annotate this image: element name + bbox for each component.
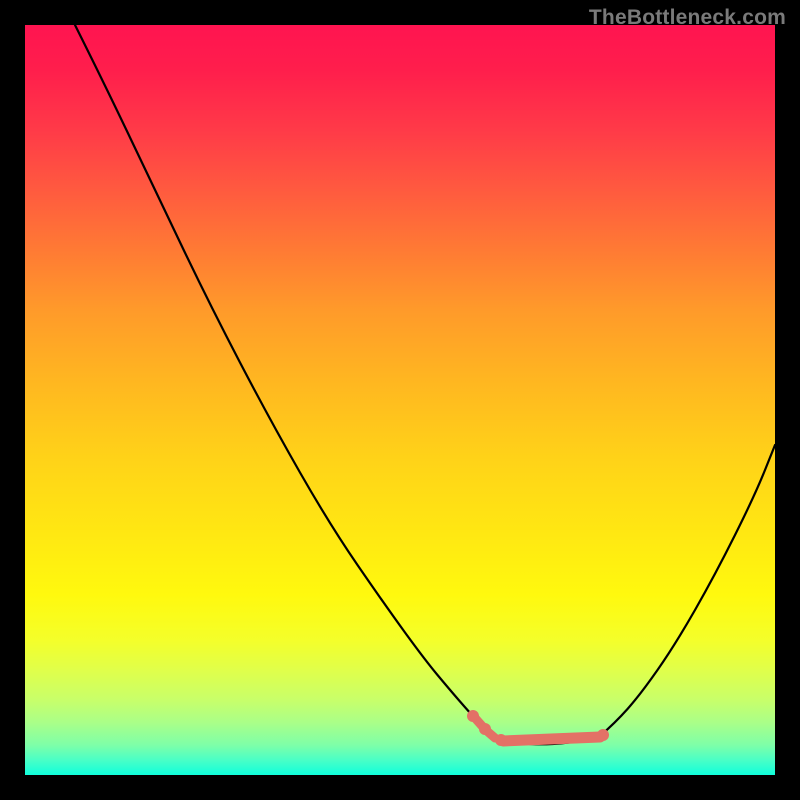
optimal-segment-endpoint xyxy=(495,734,507,746)
watermark-text: TheBottleneck.com xyxy=(589,6,786,30)
optimal-segment-endpoint xyxy=(597,729,609,741)
plot-area xyxy=(25,25,775,775)
bottleneck-curve-right xyxy=(600,445,775,736)
optimal-segment-endpoint xyxy=(479,723,491,735)
optimal-highlight-group xyxy=(467,710,609,746)
optimal-segment-endpoint xyxy=(467,710,479,722)
chart-overlay-svg xyxy=(25,25,775,775)
optimal-segment xyxy=(503,737,600,741)
chart-stage: TheBottleneck.com xyxy=(0,0,800,800)
bottleneck-curve-left xyxy=(75,25,493,736)
